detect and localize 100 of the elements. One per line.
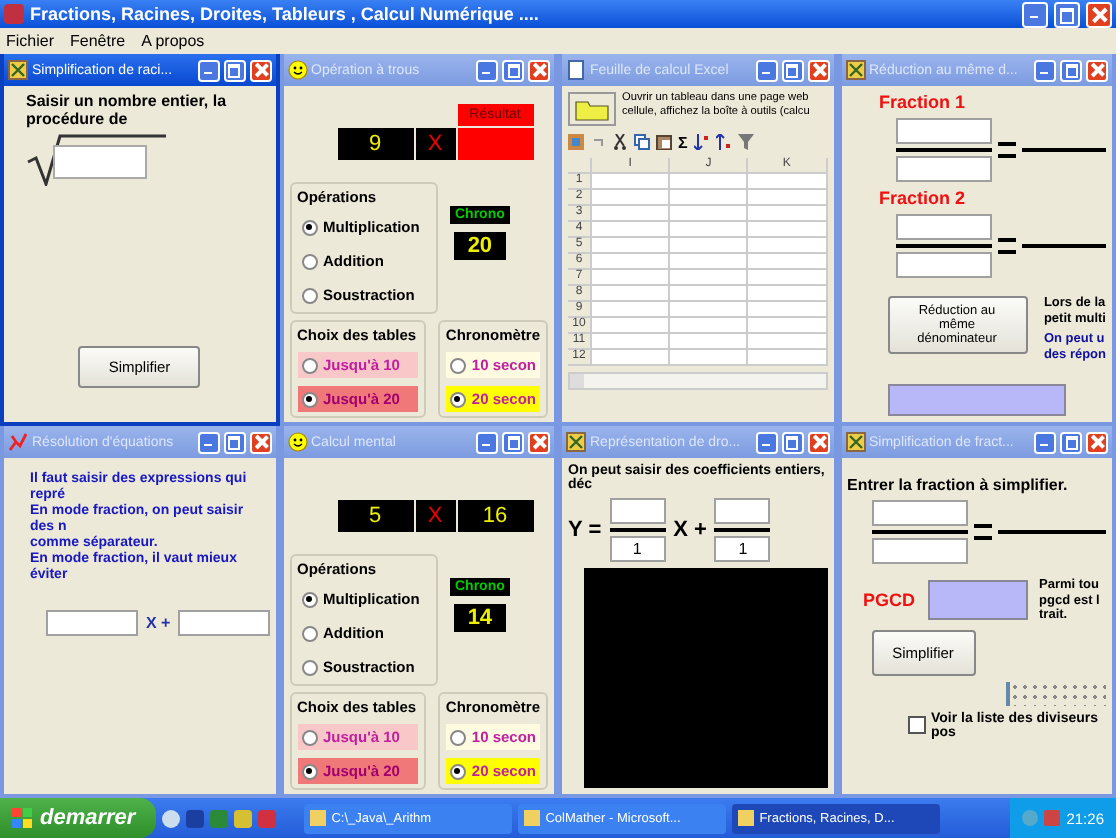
maximize-button[interactable] xyxy=(223,59,245,81)
minimize-button[interactable] xyxy=(476,431,498,453)
table-cell[interactable] xyxy=(670,238,749,254)
table-cell[interactable] xyxy=(748,334,827,350)
maximize-button[interactable] xyxy=(1054,1,1080,27)
table-cell[interactable] xyxy=(592,222,671,238)
table-cell[interactable] xyxy=(670,286,749,302)
table-cell[interactable] xyxy=(592,254,671,270)
radio-button[interactable] xyxy=(301,357,317,373)
table-cell[interactable] xyxy=(592,286,671,302)
table-cell[interactable] xyxy=(592,334,671,350)
close-button[interactable] xyxy=(249,431,271,453)
close-button[interactable] xyxy=(1086,431,1108,453)
radio-button[interactable] xyxy=(449,763,466,779)
numerator-field[interactable] xyxy=(871,500,967,526)
table-cell[interactable] xyxy=(670,174,749,190)
table-cell[interactable] xyxy=(670,254,749,270)
radio-button[interactable] xyxy=(449,357,466,373)
denominator-field[interactable]: 1 xyxy=(609,536,666,562)
browser-icon[interactable] xyxy=(161,809,180,827)
table-cell[interactable] xyxy=(670,190,749,206)
denominator-field[interactable]: 1 xyxy=(714,536,771,562)
sort-icon[interactable] xyxy=(693,134,710,150)
table-cell[interactable] xyxy=(592,350,671,366)
minimize-button[interactable] xyxy=(197,59,219,81)
close-button[interactable] xyxy=(807,431,829,453)
table-cell[interactable] xyxy=(748,302,827,318)
maximize-button[interactable] xyxy=(1060,431,1082,453)
maximize-button[interactable] xyxy=(781,431,803,453)
table-cell[interactable] xyxy=(748,190,827,206)
table-cell[interactable] xyxy=(592,302,671,318)
menu-item[interactable]: Fenêtre xyxy=(70,32,126,50)
minimize-button[interactable] xyxy=(755,59,777,81)
maximize-button[interactable] xyxy=(223,431,245,453)
minimize-button[interactable] xyxy=(476,59,498,81)
radio-button[interactable] xyxy=(301,287,317,303)
radio-button[interactable] xyxy=(301,625,317,641)
table-cell[interactable] xyxy=(748,286,827,302)
denominator-field[interactable] xyxy=(895,156,991,182)
filter-icon[interactable] xyxy=(737,134,754,150)
table-cell[interactable] xyxy=(592,190,671,206)
sum-button[interactable]: Σ xyxy=(678,133,688,151)
radio-button[interactable] xyxy=(449,729,466,745)
table-cell[interactable] xyxy=(670,318,749,334)
maximize-button[interactable] xyxy=(502,431,524,453)
minimize-button[interactable] xyxy=(1034,59,1056,81)
table-cell[interactable] xyxy=(748,254,827,270)
table-cell[interactable] xyxy=(748,318,827,334)
denominator-field[interactable] xyxy=(871,538,967,564)
close-button[interactable] xyxy=(528,431,550,453)
maximize-button[interactable] xyxy=(781,59,803,81)
numerator-field[interactable] xyxy=(895,214,991,240)
table-cell[interactable] xyxy=(670,270,749,286)
table-cell[interactable] xyxy=(670,222,749,238)
radio-button[interactable] xyxy=(449,391,466,407)
maximize-button[interactable] xyxy=(1060,59,1082,81)
table-cell[interactable] xyxy=(592,206,671,222)
table-cell[interactable] xyxy=(592,238,671,254)
numerator-field[interactable] xyxy=(895,118,991,144)
constant-field[interactable] xyxy=(178,610,269,636)
table-cell[interactable] xyxy=(592,270,671,286)
table-cell[interactable] xyxy=(670,334,749,350)
table-cell[interactable] xyxy=(592,318,671,334)
undo-icon[interactable] xyxy=(590,134,606,150)
table-cell[interactable] xyxy=(748,174,827,190)
coefficient-field[interactable] xyxy=(46,610,138,636)
radio-button[interactable] xyxy=(301,763,317,779)
table-cell[interactable] xyxy=(748,206,827,222)
table-cell[interactable] xyxy=(670,302,749,318)
horizontal-scrollbar[interactable] xyxy=(568,372,827,390)
numerator-field[interactable] xyxy=(609,498,666,524)
close-button[interactable] xyxy=(807,59,829,81)
radio-button[interactable] xyxy=(301,391,317,407)
table-cell[interactable] xyxy=(670,206,749,222)
document-icon[interactable] xyxy=(185,809,204,827)
close-button[interactable] xyxy=(1086,59,1108,81)
radio-button[interactable] xyxy=(301,729,317,745)
menu-item[interactable]: A propos xyxy=(141,32,205,50)
radio-button[interactable] xyxy=(301,253,317,269)
table-cell[interactable] xyxy=(592,174,671,190)
table-cell[interactable] xyxy=(748,238,827,254)
menu-item[interactable]: Fichier xyxy=(6,32,55,50)
select-all-corner[interactable] xyxy=(568,158,592,174)
maximize-button[interactable] xyxy=(502,59,524,81)
close-button[interactable] xyxy=(528,59,550,81)
minimize-button[interactable] xyxy=(1022,1,1048,27)
cut-icon[interactable] xyxy=(612,134,628,150)
numerator-field[interactable] xyxy=(714,498,771,524)
radio-button[interactable] xyxy=(301,219,317,235)
sort-icon[interactable] xyxy=(715,134,732,150)
table-cell[interactable] xyxy=(748,350,827,366)
denominator-field[interactable] xyxy=(895,252,991,278)
minimize-button[interactable] xyxy=(1034,431,1056,453)
table-cell[interactable] xyxy=(748,270,827,286)
table-cell[interactable] xyxy=(670,350,749,366)
table-cell[interactable] xyxy=(748,222,827,238)
close-button[interactable] xyxy=(1086,1,1112,27)
minimize-button[interactable] xyxy=(755,431,777,453)
clipboard-icon[interactable] xyxy=(656,134,672,150)
close-button[interactable] xyxy=(249,59,271,81)
